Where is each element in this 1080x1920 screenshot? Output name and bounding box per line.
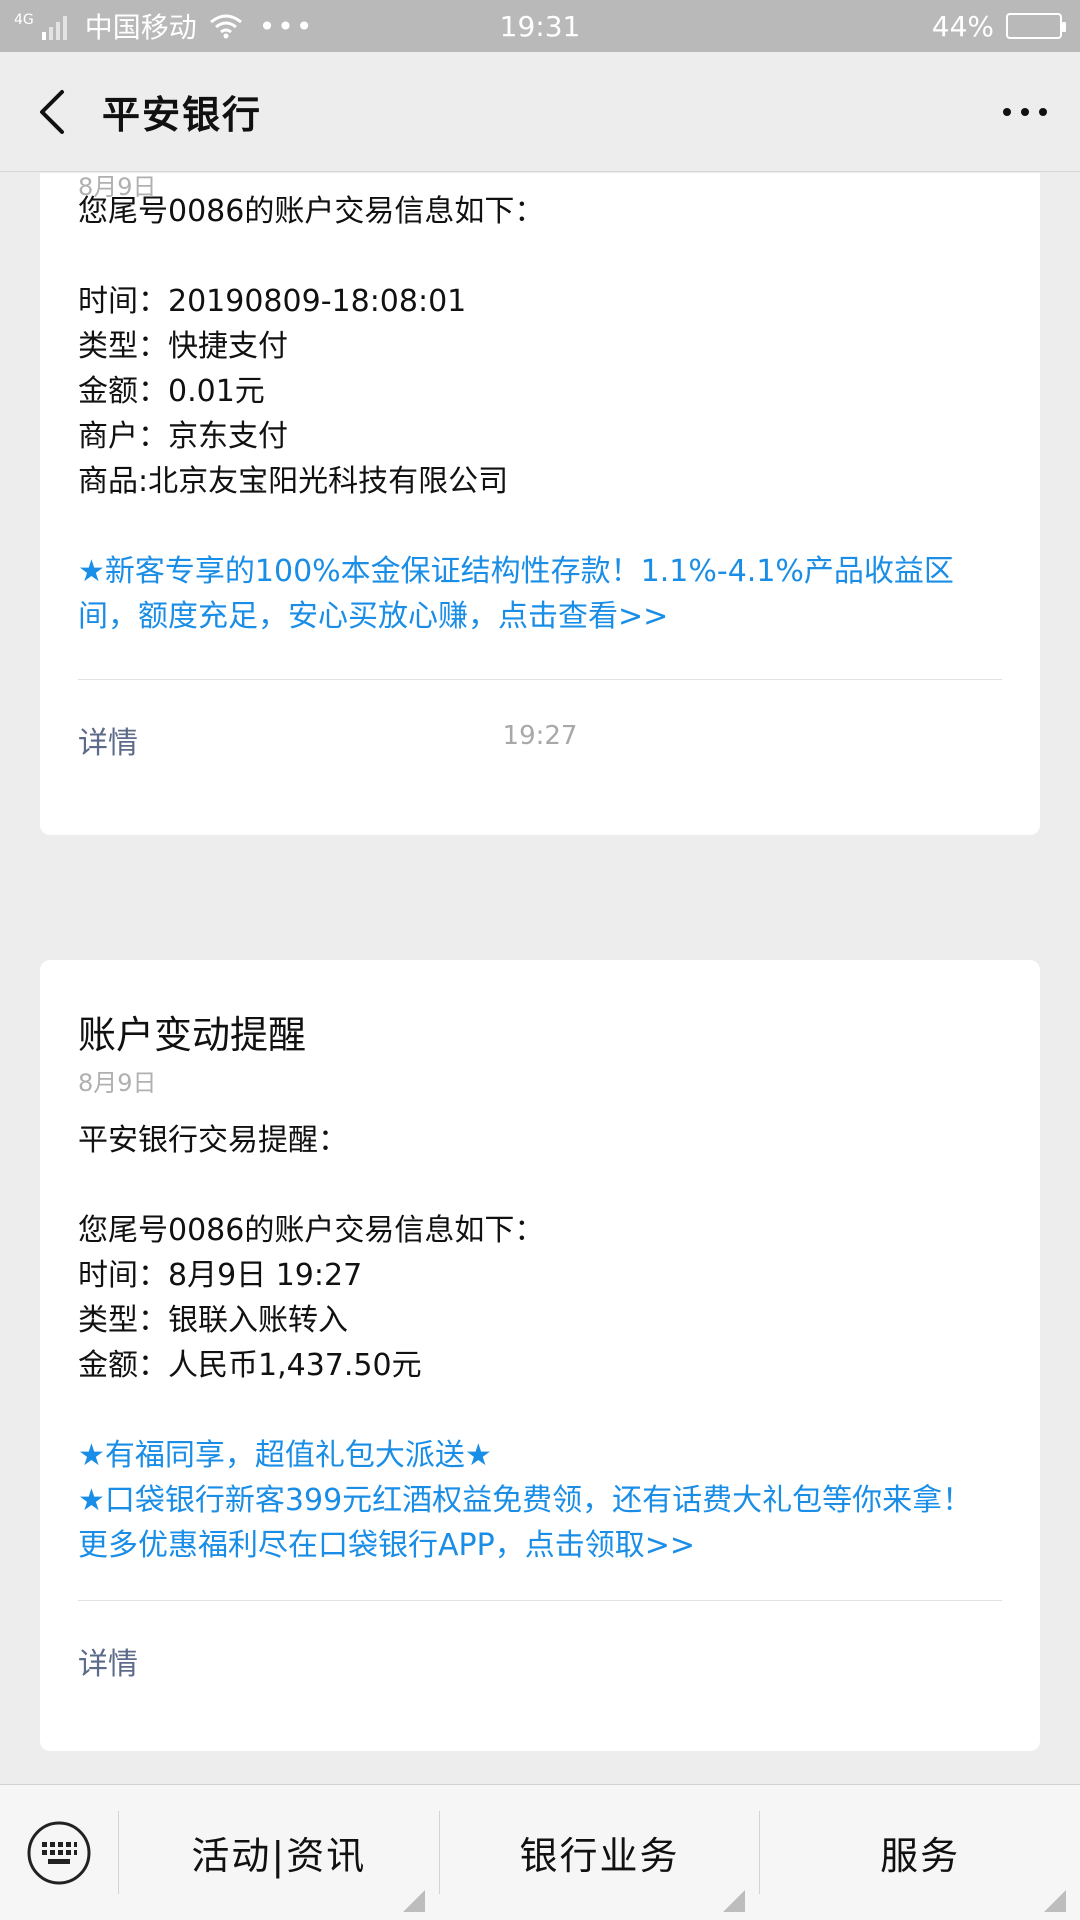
status-left: 4G 中国移动 •••: [0, 6, 314, 46]
card-title: 账户变动提醒: [78, 1013, 307, 1057]
submenu-indicator-icon: [1044, 1890, 1067, 1912]
battery-percent: 44%: [931, 9, 994, 43]
transaction-type: 类型：银联入账转入: [78, 1303, 348, 1338]
back-button[interactable]: [6, 52, 96, 172]
card-date: 8月9日: [78, 173, 157, 201]
card-date: 8月9日: [78, 1069, 157, 1097]
status-bar: 4G 中国移动 ••• 19:31 44%: [0, 0, 1080, 52]
transaction-merchant: 商户：京东支付: [78, 419, 288, 454]
carrier-name: 中国移动: [84, 11, 197, 44]
card-body: 账户变动提醒 8月9日 平安银行交易提醒： 您尾号0086的账户交易信息如下： …: [40, 960, 1040, 1598]
promo-headline[interactable]: ★有福同享，超值礼包大派送★: [78, 1433, 1002, 1478]
wifi-icon: [209, 14, 242, 39]
card-body: 您尾号0086的账户交易信息如下： 时间：20190809-18:08:01 类…: [40, 173, 1040, 679]
more-notifications-icon: •••: [258, 9, 315, 43]
transaction-amount: 金额：0.01元: [78, 374, 265, 409]
transaction-product: 商品:北京友宝阳光科技有限公司: [78, 464, 509, 499]
menu-banking-services[interactable]: 银行业务: [440, 1785, 760, 1920]
back-arrow-icon: [40, 89, 64, 134]
message-timestamp: 19:27: [502, 721, 578, 751]
network-type: 4G: [14, 12, 34, 28]
keyboard-icon: [27, 1821, 91, 1884]
menu-activities-news[interactable]: 活动|资讯: [119, 1785, 439, 1920]
menu-label: 服务: [880, 1834, 961, 1878]
status-right: 44%: [932, 10, 1080, 43]
page-title: 平安银行: [102, 93, 263, 137]
menu-services[interactable]: 服务: [760, 1785, 1080, 1920]
nav-bar: 平安银行: [0, 52, 1080, 172]
battery-icon: [1006, 13, 1066, 39]
keyboard-toggle-button[interactable]: [0, 1785, 118, 1920]
menu-label: 银行业务: [519, 1834, 680, 1878]
more-dots-icon: [1003, 107, 1047, 116]
account-intro: 您尾号0086的账户交易信息如下：: [78, 1213, 545, 1248]
transaction-type: 类型：快捷支付: [78, 329, 288, 364]
promo-link[interactable]: ★口袋银行新客399元红酒权益免费领，还有话费大礼包等你来拿！更多优惠福利尽在口…: [78, 1478, 1002, 1598]
detail-link[interactable]: 详情: [40, 1601, 1040, 1731]
transaction-time: 时间：20190809-18:08:01: [78, 284, 467, 319]
bottom-menu: 活动|资讯 银行业务 服务: [0, 1784, 1080, 1920]
submenu-indicator-icon: [402, 1890, 425, 1912]
message-list[interactable]: 8月9日 您尾号0086的账户交易信息如下： 时间：20190809-18:08…: [0, 173, 1080, 1783]
message-card-2[interactable]: 账户变动提醒 8月9日 平安银行交易提醒： 您尾号0086的账户交易信息如下： …: [40, 960, 1040, 1751]
promo-link[interactable]: ★新客专享的100%本金保证结构性存款！1.1%-4.1%产品收益区间，额度充足…: [78, 549, 1002, 679]
menu-label: 活动|资讯: [191, 1834, 367, 1878]
transaction-amount: 金额：人民币1,437.50元: [78, 1348, 422, 1383]
account-intro: 您尾号0086的账户交易信息如下：: [78, 194, 545, 229]
transaction-time: 时间：8月9日 19:27: [78, 1258, 363, 1293]
signal-icon: [41, 12, 67, 40]
submenu-indicator-icon: [723, 1890, 746, 1912]
more-options-button[interactable]: [980, 52, 1070, 172]
greeting: 平安银行交易提醒：: [78, 1123, 348, 1158]
